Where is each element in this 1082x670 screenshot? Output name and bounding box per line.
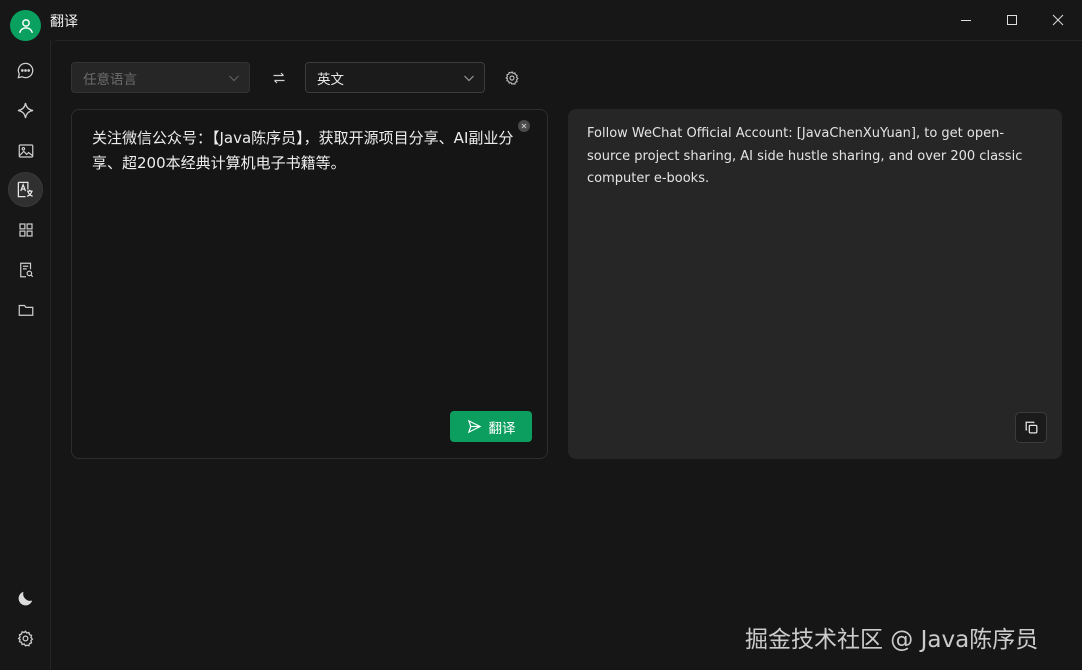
minimize-button[interactable] <box>943 0 989 40</box>
sidebar-item-settings[interactable] <box>8 621 43 656</box>
user-avatar[interactable] <box>10 10 41 41</box>
result-panel: Follow WeChat Official Account: [JavaChe… <box>568 109 1062 459</box>
title-bar: 翻译 <box>0 0 1082 41</box>
minimize-icon <box>961 20 971 21</box>
close-icon <box>521 123 527 129</box>
clear-text-button[interactable] <box>518 120 530 132</box>
sidebar-item-chat[interactable] <box>8 53 43 88</box>
gear-icon <box>17 630 34 647</box>
target-language-select[interactable]: 英文 <box>305 62 485 93</box>
source-text[interactable]: 关注微信公众号：【Java陈序员】，获取开源项目分享、AI副业分享、超200本经… <box>92 126 532 176</box>
swap-icon <box>273 72 285 84</box>
gear-icon <box>505 71 519 85</box>
source-language-placeholder: 任意语言 <box>83 71 137 88</box>
maximize-button[interactable] <box>989 0 1035 40</box>
chevron-down-icon <box>229 75 239 82</box>
translate-icon <box>17 181 33 198</box>
chevron-down-icon <box>464 75 474 82</box>
copy-icon <box>1025 421 1037 434</box>
sparkle-icon <box>17 102 34 119</box>
app-window: 翻译 任意语言 英文 关注微信公众号：【Java陈序员】，获取开源项目分享、AI… <box>0 0 1082 670</box>
user-icon <box>18 18 33 33</box>
swap-languages-button[interactable] <box>269 68 289 88</box>
result-text: Follow WeChat Official Account: [JavaChe… <box>587 126 1023 186</box>
app-title: 翻译 <box>50 14 78 30</box>
moon-icon <box>18 591 33 606</box>
chat-icon <box>17 62 34 79</box>
sidebar-item-apps[interactable] <box>8 212 43 247</box>
sidebar-item-ai[interactable] <box>8 93 43 128</box>
source-language-select: 任意语言 <box>71 62 250 93</box>
translate-button[interactable]: 翻译 <box>450 411 532 442</box>
close-button[interactable] <box>1035 0 1081 40</box>
image-icon <box>18 143 33 158</box>
sidebar-item-translate[interactable] <box>8 172 43 207</box>
close-icon <box>1052 14 1064 26</box>
sidebar-item-documents[interactable] <box>8 252 43 287</box>
source-text-area[interactable]: 关注微信公众号：【Java陈序员】，获取开源项目分享、AI副业分享、超200本经… <box>71 109 548 459</box>
sidebar-item-files[interactable] <box>8 292 43 327</box>
watermark: 掘金技术社区 @ Java陈序员 <box>745 627 1039 653</box>
sidebar-item-image[interactable] <box>8 133 43 168</box>
translate-settings-button[interactable] <box>502 68 522 88</box>
send-icon <box>467 419 481 434</box>
folder-icon <box>18 304 33 316</box>
translate-page: 任意语言 英文 关注微信公众号：【Java陈序员】，获取开源项目分享、AI副业分… <box>51 40 1082 670</box>
theme-toggle[interactable] <box>8 581 43 616</box>
target-language-value: 英文 <box>317 71 344 88</box>
sidebar <box>0 40 51 670</box>
translate-button-label: 翻译 <box>488 420 516 437</box>
grid-icon <box>18 222 33 237</box>
maximize-icon <box>1007 15 1017 25</box>
doc-search-icon <box>19 262 33 277</box>
copy-button[interactable] <box>1015 412 1047 443</box>
